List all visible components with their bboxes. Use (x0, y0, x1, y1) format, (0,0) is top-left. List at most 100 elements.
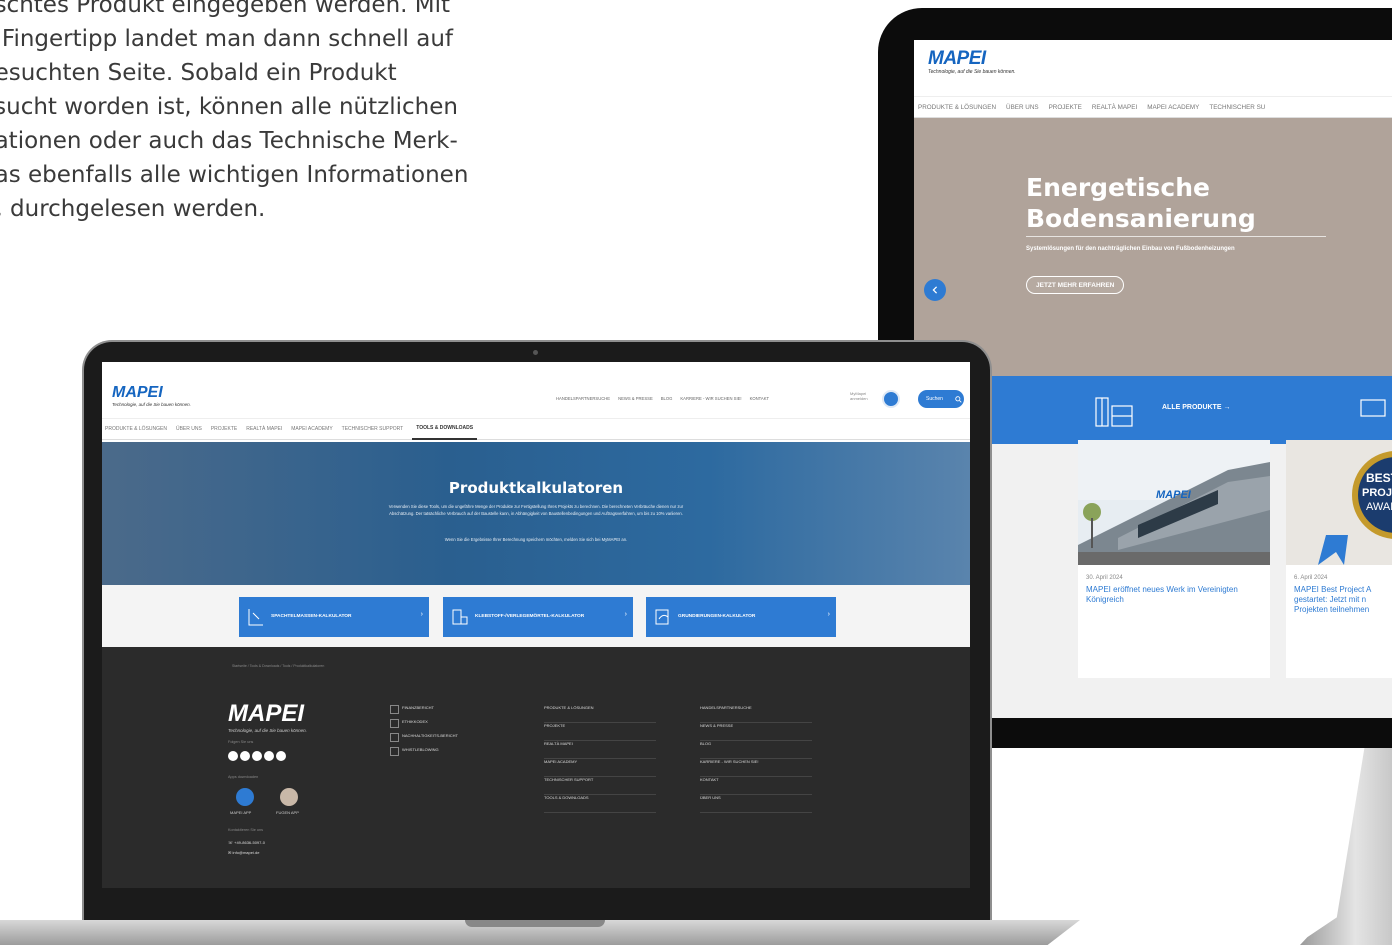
intro-paragraph: nschtes Produkt eingegeben werden. Mit n… (0, 0, 560, 226)
phone-number: +49-8636-5097-0 (234, 840, 265, 845)
footer-link[interactable]: NEWS & PRESSE (700, 723, 812, 741)
footer-link[interactable]: NACHHALTIGKEITS-BERICHT (390, 733, 460, 742)
monitor-icon (1360, 399, 1386, 417)
calculator-button-grundierung[interactable]: GRUNDIERUNGEN-KALKULATOR › (646, 597, 836, 637)
nav-item-projekte[interactable]: PROJEKTE (1049, 104, 1082, 111)
search-button[interactable]: Suchen (918, 390, 964, 408)
calculator-label: GRUNDIERUNGEN-KALKULATOR (678, 614, 756, 619)
top-nav-haendler[interactable]: HANDELSPARTNERSUCHE (556, 396, 610, 401)
calculator-icon (248, 609, 263, 626)
email-link[interactable]: ✉ info@mapei.de (228, 850, 259, 855)
hero-divider (1026, 236, 1326, 237)
chevron-right-icon: › (827, 611, 830, 618)
hero-cta-button[interactable]: JETZT MEHR ERFAHREN (1026, 276, 1125, 294)
footer-link[interactable]: WHISTLEBLOWING (390, 747, 460, 756)
logo-text: MAPEI (112, 384, 163, 401)
top-nav-blog[interactable]: BLOG (661, 396, 673, 401)
page: { "paragraph": { "lines": [ "nschtes Pro… (0, 0, 1392, 945)
logo-text: MAPEI (228, 700, 305, 727)
mapei-app-icon[interactable] (236, 788, 254, 806)
footer-link[interactable]: PROJEKTE (544, 723, 656, 741)
hero-title-line: Bodensanierung (1026, 204, 1256, 233)
footer-link[interactable]: FINANZBERICHT (390, 705, 460, 714)
footer-col-products: PRODUKTE & LÖSUNGEN PROJEKTE REALTÀ MAPE… (544, 705, 656, 813)
nav-item-academy[interactable]: MAPEI ACADEMY (291, 426, 332, 432)
footer-link[interactable]: ETHIKKODEX (390, 719, 460, 728)
footer-link[interactable]: MAPEI ACADEMY (544, 759, 656, 777)
nav-item-tools-active[interactable]: TOOLS & DOWNLOADS (412, 419, 478, 440)
logo-tagline: Technologie, auf die Sie bauen können. (928, 69, 1016, 75)
main-nav: PRODUKTE & LÖSUNGEN ÜBER UNS PROJEKTE RE… (914, 96, 1392, 118)
breadcrumb[interactable]: Startseite / Tools & Downloads / Tools /… (232, 664, 324, 668)
footer-col-service: HANDELSPARTNERSUCHE NEWS & PRESSE BLOG K… (700, 705, 812, 813)
award-line: PROJEC (1362, 487, 1392, 499)
email-address: info@mapei.de (232, 850, 260, 855)
hero-title: Energetische Bodensanierung (1026, 172, 1366, 234)
nav-item-support[interactable]: TECHNISCHER SU (1209, 104, 1265, 111)
fugen-app-icon[interactable] (280, 788, 298, 806)
youtube-icon[interactable] (228, 751, 238, 761)
mymapei-avatar-icon[interactable] (882, 390, 900, 408)
nav-item-realta[interactable]: REALTÀ MAPEI (246, 426, 282, 432)
footer-logo[interactable]: MAPEI Technologie, auf die Sie bauen kön… (228, 700, 307, 733)
hero-login-note[interactable]: Wenn Sie die Ergebnisse Ihrer Berechnung… (386, 537, 686, 542)
top-nav-news[interactable]: NEWS & PRESSE (618, 396, 653, 401)
x-icon[interactable] (264, 751, 274, 761)
calculator-button-klebstoff[interactable]: KLEBSTOFF-/VERLEGEMÖRTEL-KALKULATOR › (443, 597, 633, 637)
footer-link[interactable]: REALTÀ MAPEI (544, 741, 656, 759)
linkedin-icon[interactable] (276, 751, 286, 761)
footer-link[interactable]: TECHNISCHER SUPPORT (544, 777, 656, 795)
app-label[interactable]: MAPEI APP (230, 810, 251, 815)
footer-link[interactable]: KONTAKT (700, 777, 812, 795)
search-label: Suchen (926, 396, 943, 402)
logo-tagline: Technologie, auf die Sie bauen können. (112, 402, 191, 407)
news-card[interactable]: MAPEI 30. April 2024 MAPEI eröffnet neue… (1078, 440, 1270, 678)
footer-col-company: FINANZBERICHT ETHIKKODEX NACHHALTIGKEITS… (390, 705, 460, 761)
calculator-button-spachtel[interactable]: SPACHTELMASSEN-KALKULATOR › (239, 597, 429, 637)
app-label[interactable]: FUGEN APP (276, 810, 299, 815)
paragraph-line: das ebenfalls alle wichtigen Information… (0, 162, 469, 188)
footer-link[interactable]: TOOLS & DOWNLOADS (544, 795, 656, 813)
phone-link[interactable]: ☏ +49-8636-5097-0 (228, 840, 265, 845)
carousel-prev-button[interactable] (924, 279, 946, 301)
nav-item-ueber-uns[interactable]: ÜBER UNS (1006, 104, 1039, 111)
calculator-label: KLEBSTOFF-/VERLEGEMÖRTEL-KALKULATOR (475, 614, 585, 619)
tiles-icon (1095, 397, 1133, 427)
news-card[interactable]: BEST PROJEC AWAR 6. April 2024 MAPEI Bes… (1286, 440, 1392, 678)
hero-title-line: Energetische (1026, 173, 1210, 202)
nav-item-projekte[interactable]: PROJEKTE (211, 426, 237, 432)
nav-item-realta[interactable]: REALTÀ MAPEI (1092, 104, 1137, 111)
footer-link[interactable]: PRODUKTE & LÖSUNGEN (544, 705, 656, 723)
facebook-icon[interactable] (252, 751, 262, 761)
footer-link[interactable]: BLOG (700, 741, 812, 759)
news-image-building: MAPEI (1078, 440, 1270, 565)
nav-item-ueber-uns[interactable]: ÜBER UNS (176, 426, 202, 432)
nav-item-produkte[interactable]: PRODUKTE & LÖSUNGEN (105, 426, 167, 432)
hero-banner: Energetische Bodensanierung Systemlösung… (914, 118, 1392, 376)
news-title[interactable]: MAPEI Best Project A gestartet: Jetzt mi… (1294, 585, 1392, 615)
logo-text: MAPEI (928, 48, 986, 69)
top-nav-karriere[interactable]: KARRIERE - WIR SUCHEN SIE! (680, 396, 741, 401)
calculator-icon (655, 609, 669, 625)
top-nav-kontakt[interactable]: KONTAKT (750, 396, 769, 401)
monitor-stand (1300, 748, 1392, 945)
news-title[interactable]: MAPEI eröffnet neues Werk im Vereinigten… (1086, 585, 1262, 605)
instagram-icon[interactable] (240, 751, 250, 761)
mymapei-login-label[interactable]: MyMapei anmelden (850, 391, 874, 401)
all-products-link[interactable]: ALLE PRODUKTE → (1162, 404, 1230, 411)
page-title: Produktkalkulatoren (448, 479, 624, 497)
main-nav: PRODUKTE & LÖSUNGEN ÜBER UNS PROJEKTE RE… (102, 418, 970, 440)
nav-item-academy[interactable]: MAPEI ACADEMY (1147, 104, 1199, 111)
social-icons (228, 751, 286, 761)
nav-item-support[interactable]: TECHNISCHER SUPPORT (342, 426, 404, 432)
paragraph-line: gesuchten Seite. Sobald ein Produkt (0, 60, 397, 86)
mapei-logo[interactable]: MAPEI Technologie, auf die Sie bauen kön… (928, 48, 1016, 75)
footer-link[interactable]: KARRIERE - WIR SUCHEN SIE! (700, 759, 812, 777)
mapei-logo[interactable]: MAPEI Technologie, auf die Sie bauen kön… (112, 384, 191, 407)
chevron-right-icon: › (420, 611, 423, 618)
footer-link[interactable]: ÜBER UNS (700, 795, 812, 813)
laptop-camera (533, 350, 538, 355)
paragraph-line: nationen oder auch das Technische Merk- (0, 128, 458, 154)
footer-link[interactable]: HANDELSPARTNERSUCHE (700, 705, 812, 723)
nav-item-produkte[interactable]: PRODUKTE & LÖSUNGEN (918, 104, 996, 111)
